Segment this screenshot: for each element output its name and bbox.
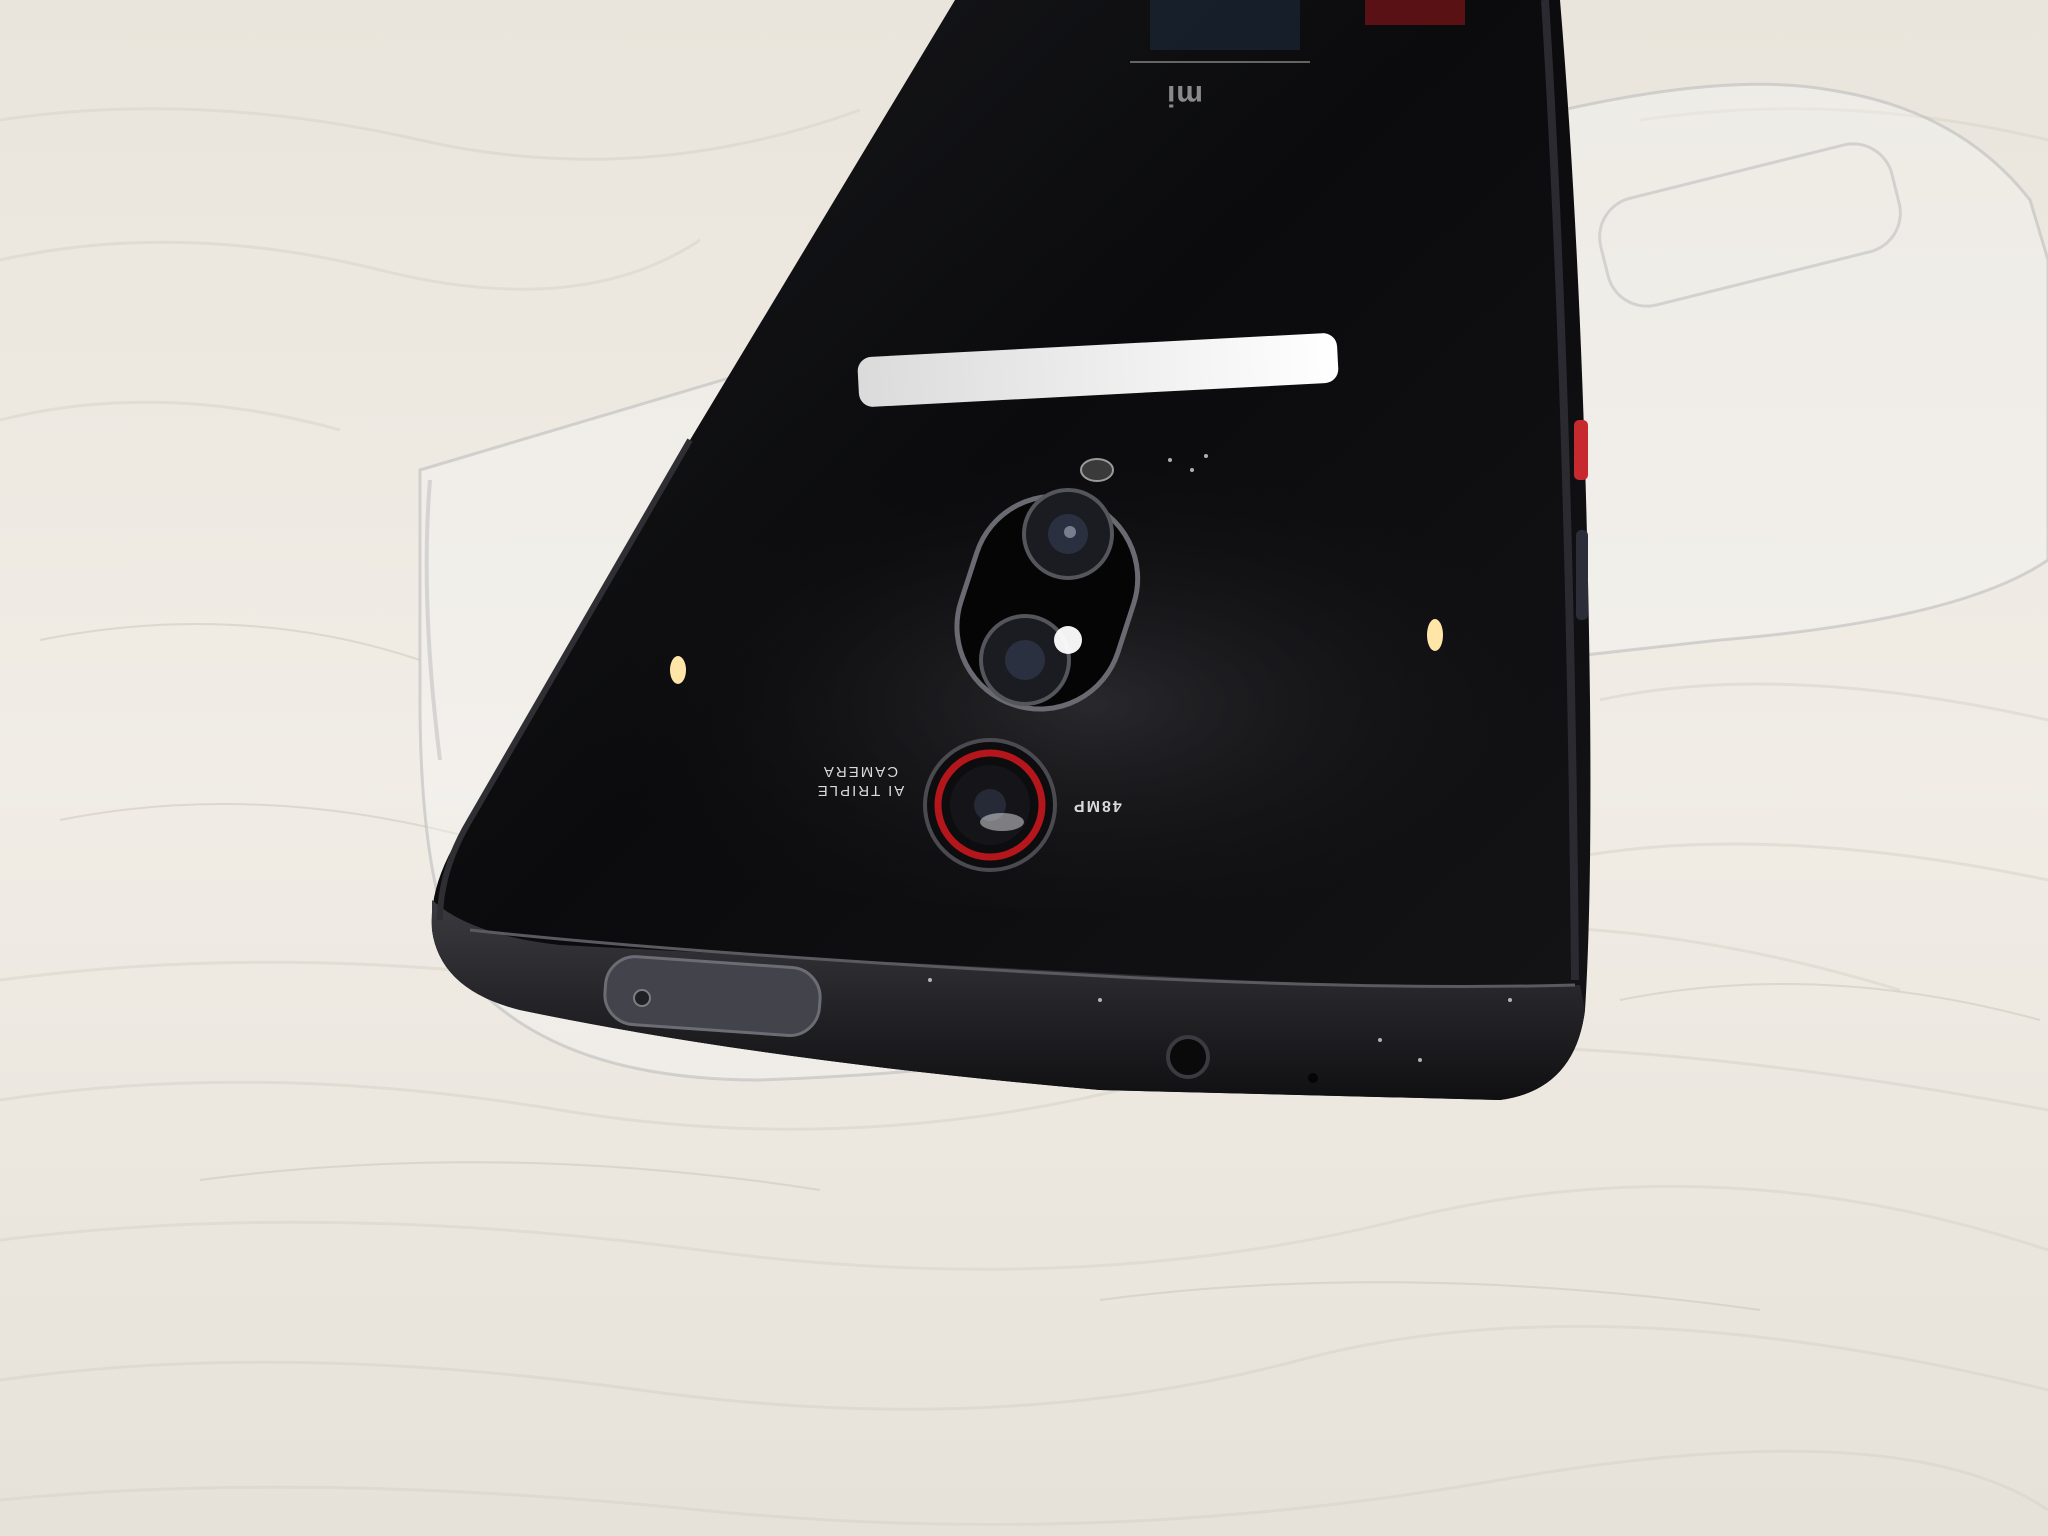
red-side-button [1574, 420, 1588, 480]
glint-right [1427, 619, 1443, 651]
top-red-accent [1365, 0, 1465, 25]
sim-eject-hole [633, 989, 651, 1007]
camera-label: AI TRIPLE CAMERA [790, 762, 930, 800]
brand-logo: mi [1166, 79, 1204, 112]
top-window [1150, 0, 1300, 50]
camera-label-line2: CAMERA [821, 763, 899, 780]
camera-label-line1: AI TRIPLE [815, 782, 905, 799]
glint-left [670, 656, 686, 684]
side-volume-button [1576, 530, 1588, 620]
lens-glint [1054, 626, 1082, 654]
photo-scene: mi AI TRIPLE CAMERA 48MP [0, 0, 2048, 1536]
microphone-hole [1308, 1073, 1318, 1083]
scene-drawing [0, 0, 2048, 1536]
megapixel-label: 48MP [1072, 797, 1122, 814]
flash-module [1080, 458, 1114, 482]
headphone-jack [1166, 1035, 1210, 1079]
